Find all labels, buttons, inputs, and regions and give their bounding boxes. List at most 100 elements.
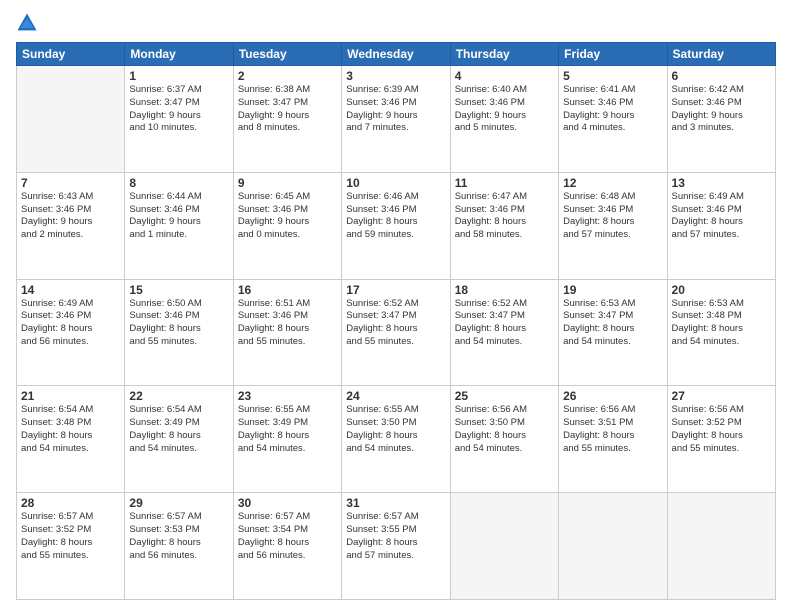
calendar-header-wednesday: Wednesday (342, 43, 450, 66)
calendar-cell: 24Sunrise: 6:55 AM Sunset: 3:50 PM Dayli… (342, 386, 450, 493)
day-number: 12 (563, 176, 662, 190)
day-number: 23 (238, 389, 337, 403)
calendar-week-3: 14Sunrise: 6:49 AM Sunset: 3:46 PM Dayli… (17, 279, 776, 386)
day-info: Sunrise: 6:42 AM Sunset: 3:46 PM Dayligh… (672, 84, 771, 135)
day-info: Sunrise: 6:52 AM Sunset: 3:47 PM Dayligh… (346, 298, 445, 349)
day-number: 8 (129, 176, 228, 190)
day-info: Sunrise: 6:44 AM Sunset: 3:46 PM Dayligh… (129, 191, 228, 242)
day-number: 30 (238, 496, 337, 510)
logo-icon (16, 12, 38, 34)
calendar-header-friday: Friday (559, 43, 667, 66)
day-info: Sunrise: 6:43 AM Sunset: 3:46 PM Dayligh… (21, 191, 120, 242)
calendar-cell: 2Sunrise: 6:38 AM Sunset: 3:47 PM Daylig… (233, 66, 341, 173)
day-info: Sunrise: 6:38 AM Sunset: 3:47 PM Dayligh… (238, 84, 337, 135)
day-number: 24 (346, 389, 445, 403)
day-info: Sunrise: 6:56 AM Sunset: 3:50 PM Dayligh… (455, 404, 554, 455)
day-number: 28 (21, 496, 120, 510)
calendar-cell: 31Sunrise: 6:57 AM Sunset: 3:55 PM Dayli… (342, 493, 450, 600)
day-info: Sunrise: 6:45 AM Sunset: 3:46 PM Dayligh… (238, 191, 337, 242)
calendar-cell: 26Sunrise: 6:56 AM Sunset: 3:51 PM Dayli… (559, 386, 667, 493)
day-info: Sunrise: 6:50 AM Sunset: 3:46 PM Dayligh… (129, 298, 228, 349)
day-info: Sunrise: 6:40 AM Sunset: 3:46 PM Dayligh… (455, 84, 554, 135)
day-info: Sunrise: 6:54 AM Sunset: 3:49 PM Dayligh… (129, 404, 228, 455)
calendar-cell: 1Sunrise: 6:37 AM Sunset: 3:47 PM Daylig… (125, 66, 233, 173)
day-info: Sunrise: 6:53 AM Sunset: 3:48 PM Dayligh… (672, 298, 771, 349)
calendar-cell: 29Sunrise: 6:57 AM Sunset: 3:53 PM Dayli… (125, 493, 233, 600)
calendar-cell: 30Sunrise: 6:57 AM Sunset: 3:54 PM Dayli… (233, 493, 341, 600)
calendar-cell (667, 493, 775, 600)
calendar-header-monday: Monday (125, 43, 233, 66)
calendar-header-thursday: Thursday (450, 43, 558, 66)
day-info: Sunrise: 6:56 AM Sunset: 3:52 PM Dayligh… (672, 404, 771, 455)
day-info: Sunrise: 6:57 AM Sunset: 3:52 PM Dayligh… (21, 511, 120, 562)
calendar-week-1: 1Sunrise: 6:37 AM Sunset: 3:47 PM Daylig… (17, 66, 776, 173)
calendar-cell: 27Sunrise: 6:56 AM Sunset: 3:52 PM Dayli… (667, 386, 775, 493)
calendar-cell: 19Sunrise: 6:53 AM Sunset: 3:47 PM Dayli… (559, 279, 667, 386)
calendar-cell: 14Sunrise: 6:49 AM Sunset: 3:46 PM Dayli… (17, 279, 125, 386)
day-info: Sunrise: 6:57 AM Sunset: 3:55 PM Dayligh… (346, 511, 445, 562)
day-info: Sunrise: 6:52 AM Sunset: 3:47 PM Dayligh… (455, 298, 554, 349)
day-number: 13 (672, 176, 771, 190)
logo (16, 12, 42, 34)
day-number: 9 (238, 176, 337, 190)
calendar-cell: 23Sunrise: 6:55 AM Sunset: 3:49 PM Dayli… (233, 386, 341, 493)
day-number: 21 (21, 389, 120, 403)
day-number: 2 (238, 69, 337, 83)
calendar-cell: 3Sunrise: 6:39 AM Sunset: 3:46 PM Daylig… (342, 66, 450, 173)
day-info: Sunrise: 6:56 AM Sunset: 3:51 PM Dayligh… (563, 404, 662, 455)
calendar-cell: 9Sunrise: 6:45 AM Sunset: 3:46 PM Daylig… (233, 172, 341, 279)
day-number: 15 (129, 283, 228, 297)
calendar-cell: 6Sunrise: 6:42 AM Sunset: 3:46 PM Daylig… (667, 66, 775, 173)
day-number: 1 (129, 69, 228, 83)
day-number: 27 (672, 389, 771, 403)
calendar-cell: 8Sunrise: 6:44 AM Sunset: 3:46 PM Daylig… (125, 172, 233, 279)
day-number: 31 (346, 496, 445, 510)
calendar-week-2: 7Sunrise: 6:43 AM Sunset: 3:46 PM Daylig… (17, 172, 776, 279)
calendar-cell: 28Sunrise: 6:57 AM Sunset: 3:52 PM Dayli… (17, 493, 125, 600)
calendar-cell: 21Sunrise: 6:54 AM Sunset: 3:48 PM Dayli… (17, 386, 125, 493)
day-number: 7 (21, 176, 120, 190)
calendar-header-saturday: Saturday (667, 43, 775, 66)
day-number: 19 (563, 283, 662, 297)
day-number: 14 (21, 283, 120, 297)
calendar-cell: 20Sunrise: 6:53 AM Sunset: 3:48 PM Dayli… (667, 279, 775, 386)
day-info: Sunrise: 6:55 AM Sunset: 3:50 PM Dayligh… (346, 404, 445, 455)
calendar-cell (450, 493, 558, 600)
day-number: 6 (672, 69, 771, 83)
calendar-header-tuesday: Tuesday (233, 43, 341, 66)
day-info: Sunrise: 6:55 AM Sunset: 3:49 PM Dayligh… (238, 404, 337, 455)
calendar-cell: 4Sunrise: 6:40 AM Sunset: 3:46 PM Daylig… (450, 66, 558, 173)
day-number: 20 (672, 283, 771, 297)
day-info: Sunrise: 6:53 AM Sunset: 3:47 PM Dayligh… (563, 298, 662, 349)
calendar-cell: 7Sunrise: 6:43 AM Sunset: 3:46 PM Daylig… (17, 172, 125, 279)
calendar-cell (559, 493, 667, 600)
day-number: 25 (455, 389, 554, 403)
day-info: Sunrise: 6:57 AM Sunset: 3:54 PM Dayligh… (238, 511, 337, 562)
calendar-cell: 11Sunrise: 6:47 AM Sunset: 3:46 PM Dayli… (450, 172, 558, 279)
calendar-cell: 5Sunrise: 6:41 AM Sunset: 3:46 PM Daylig… (559, 66, 667, 173)
calendar-cell: 10Sunrise: 6:46 AM Sunset: 3:46 PM Dayli… (342, 172, 450, 279)
day-number: 29 (129, 496, 228, 510)
calendar-cell: 22Sunrise: 6:54 AM Sunset: 3:49 PM Dayli… (125, 386, 233, 493)
day-info: Sunrise: 6:49 AM Sunset: 3:46 PM Dayligh… (672, 191, 771, 242)
day-info: Sunrise: 6:46 AM Sunset: 3:46 PM Dayligh… (346, 191, 445, 242)
calendar-cell (17, 66, 125, 173)
calendar-cell: 12Sunrise: 6:48 AM Sunset: 3:46 PM Dayli… (559, 172, 667, 279)
calendar-header-row: SundayMondayTuesdayWednesdayThursdayFrid… (17, 43, 776, 66)
calendar-cell: 18Sunrise: 6:52 AM Sunset: 3:47 PM Dayli… (450, 279, 558, 386)
day-number: 3 (346, 69, 445, 83)
day-number: 22 (129, 389, 228, 403)
day-info: Sunrise: 6:47 AM Sunset: 3:46 PM Dayligh… (455, 191, 554, 242)
day-info: Sunrise: 6:51 AM Sunset: 3:46 PM Dayligh… (238, 298, 337, 349)
calendar-header-sunday: Sunday (17, 43, 125, 66)
day-info: Sunrise: 6:39 AM Sunset: 3:46 PM Dayligh… (346, 84, 445, 135)
day-number: 18 (455, 283, 554, 297)
header (16, 12, 776, 34)
calendar-cell: 15Sunrise: 6:50 AM Sunset: 3:46 PM Dayli… (125, 279, 233, 386)
calendar-cell: 16Sunrise: 6:51 AM Sunset: 3:46 PM Dayli… (233, 279, 341, 386)
calendar-cell: 13Sunrise: 6:49 AM Sunset: 3:46 PM Dayli… (667, 172, 775, 279)
day-number: 4 (455, 69, 554, 83)
day-info: Sunrise: 6:41 AM Sunset: 3:46 PM Dayligh… (563, 84, 662, 135)
day-number: 26 (563, 389, 662, 403)
day-info: Sunrise: 6:37 AM Sunset: 3:47 PM Dayligh… (129, 84, 228, 135)
